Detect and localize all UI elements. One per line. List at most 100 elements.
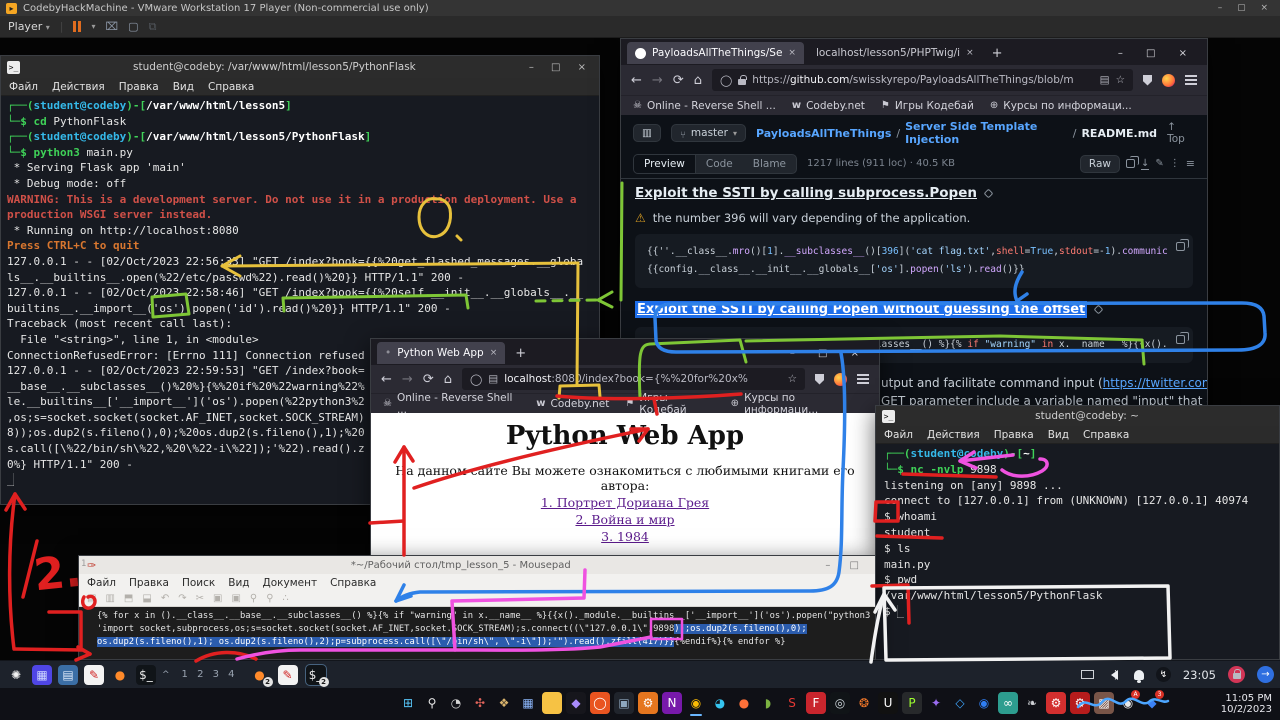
terminal-titlebar[interactable]: >_ student@codeby: /var/www/html/lesson5… [1, 56, 599, 78]
outline-icon[interactable]: ≡ [1186, 157, 1195, 170]
ubuntu-app[interactable]: ◯ [590, 692, 610, 714]
menu-item[interactable]: Файл [9, 81, 38, 93]
tab-payloadsallthethings[interactable]: PayloadsAllTheThings/Se× [627, 42, 804, 64]
fullscreen-icon[interactable]: ▢ [128, 20, 138, 33]
gear-red-app-2[interactable]: ⚙ [1070, 692, 1090, 714]
breadcrumb-repo[interactable]: PayloadsAllTheThings [756, 127, 891, 140]
site-info-icon[interactable]: ◯ [720, 74, 732, 87]
chrome-profile[interactable]: ◉A [1118, 692, 1138, 714]
home-icon[interactable]: ⌂ [694, 73, 702, 88]
vmware-window-controls[interactable]: – ▢ × [1218, 3, 1274, 13]
terminal-output[interactable]: ┌──(student@codeby)-[~]└─$ nc -nvlp 9898… [876, 444, 1279, 659]
gear-red-app-1[interactable]: ⚙ [1046, 692, 1066, 714]
task-terminal[interactable]: $_2 [306, 665, 326, 685]
lens-app[interactable]: ◎ [830, 692, 850, 714]
menu-icon[interactable] [1185, 79, 1197, 81]
copy-icon[interactable] [1126, 159, 1135, 168]
notifications-bell-icon[interactable] [1134, 670, 1144, 680]
menu-item[interactable]: Вид [173, 81, 194, 93]
logout-button[interactable]: → [1257, 666, 1274, 683]
chrome-browser[interactable]: ◉ [686, 692, 706, 714]
toolbar-icon[interactable]: ↷ [178, 593, 186, 604]
code-block-subprocess[interactable]: {{''.__class__.mro()[1].__subclasses__()… [635, 234, 1193, 288]
book-link-2[interactable]: 2. Война и мир [371, 512, 879, 527]
window-controls[interactable]: – □ [825, 560, 867, 571]
menu-item[interactable]: Файл [87, 577, 116, 589]
tab-preview[interactable]: Preview [634, 155, 696, 173]
speedtest-app[interactable]: ◔ [446, 692, 466, 714]
shazam-app[interactable]: S [782, 692, 802, 714]
menu-item[interactable]: Справка [330, 577, 376, 589]
toolbar-icon[interactable]: ↶ [161, 593, 169, 604]
new-tab-button[interactable]: + [509, 346, 532, 361]
color-wheel-app[interactable]: ✣ [470, 692, 490, 714]
bookmark-star-icon[interactable]: ☆ [788, 373, 797, 385]
menu-item[interactable]: Правка [119, 81, 159, 93]
maps-app[interactable]: ◉ [974, 692, 994, 714]
toolbar-icon[interactable]: ⚲ [250, 593, 257, 604]
blender-app[interactable]: ❂ [854, 692, 874, 714]
task-firefox[interactable]: ●2 [250, 665, 270, 685]
tab-code[interactable]: Code [696, 155, 743, 173]
bookmark-codeby[interactable]: wCodeby.net [792, 100, 865, 112]
file-explorer[interactable] [542, 692, 562, 714]
toolbar-icon[interactable]: ⬓ [142, 593, 151, 604]
sidebar-toggle-button[interactable]: ▥ [633, 124, 661, 142]
window-controls[interactable]: – □ × [529, 62, 593, 73]
close-tab-icon[interactable]: × [788, 48, 796, 58]
bookmark-codeby[interactable]: wCodeby.net [536, 398, 609, 410]
toolbar-icon[interactable]: ▣ [231, 593, 240, 604]
codeby-menu-button[interactable]: ✺ [6, 665, 26, 685]
vm-box-app[interactable]: ▣ [614, 692, 634, 714]
pycharm-app[interactable]: P [902, 692, 922, 714]
obsidian-app[interactable]: ◆ [566, 692, 586, 714]
url-bar[interactable]: ◯ https://github.com/swisskyrepo/Payload… [712, 69, 1133, 91]
volume-icon[interactable] [1106, 670, 1118, 680]
ctrl-alt-del-icon[interactable]: ⌧ [105, 20, 118, 33]
copy-icon[interactable] [1176, 242, 1185, 251]
bookmark-games[interactable]: ⚑Игры Кодебай [881, 100, 974, 112]
book-link-1[interactable]: 1. Портрет Дориана Грея [371, 495, 879, 510]
breadcrumb-folder[interactable]: Server Side Template Injection [905, 120, 1068, 146]
firefox-account-icon[interactable] [1162, 74, 1175, 87]
window-controls[interactable]: – □ × [790, 348, 873, 359]
bookmark-reverse-shell[interactable]: ☠Online - Reverse Shell ... [633, 100, 776, 112]
menu-item[interactable]: Вид [228, 577, 249, 589]
kebab-menu-icon[interactable]: ⋮ [1170, 158, 1180, 169]
book-link-3[interactable]: 3. 1984 [371, 529, 879, 544]
menu-item[interactable]: Поиск [182, 577, 215, 589]
close-tab-icon[interactable]: × [490, 348, 498, 358]
section-heading-subprocess[interactable]: Exploit the SSTI by calling subprocess.P… [635, 185, 1193, 201]
file-manager-launcher[interactable]: ▤ [58, 665, 78, 685]
unreal-app[interactable]: U [878, 692, 898, 714]
vmware-titlebar[interactable]: ▸ CodebyHackMachine - VMware Workstation… [0, 0, 1280, 16]
download-icon[interactable]: ↓ [1141, 158, 1149, 170]
game-app[interactable]: ❖ [494, 692, 514, 714]
close-tab-icon[interactable]: × [966, 48, 974, 58]
bookmark-courses[interactable]: ⊕Курсы по информаци... [731, 392, 867, 416]
firefox-launcher[interactable]: ● [110, 665, 130, 685]
bookmark-courses[interactable]: ⊕Курсы по информаци... [990, 100, 1132, 112]
reload-icon[interactable]: ⟳ [423, 372, 434, 387]
home-icon[interactable]: ⌂ [444, 372, 452, 387]
window-list-icon[interactable] [1081, 670, 1094, 679]
power-manager-icon[interactable]: ↯ [1156, 667, 1171, 682]
mousepad-launcher[interactable]: ✎ [84, 665, 104, 685]
toolbar-icon[interactable]: ▥ [105, 593, 114, 604]
lock-screen-button[interactable] [1228, 666, 1245, 683]
tab-localhost-phptwig[interactable]: localhost/lesson5/PHPTwig/i× [808, 42, 982, 64]
bookmark-star-icon[interactable]: ☆ [1116, 74, 1125, 86]
adobe-app[interactable]: F [806, 692, 826, 714]
suspend-button[interactable] [73, 21, 81, 32]
menu-item[interactable]: Файл [884, 429, 913, 441]
chevron-up-icon[interactable]: ^ [162, 670, 170, 680]
site-info-icon[interactable]: ◯ [470, 373, 482, 386]
menu-icon[interactable] [857, 378, 869, 380]
firefox-browser[interactable]: ● [734, 692, 754, 714]
terminal-launcher[interactable]: $_ [136, 665, 156, 685]
back-icon[interactable]: ← [631, 73, 642, 88]
start-button[interactable]: ⊞ [398, 692, 418, 714]
tab-blame[interactable]: Blame [743, 155, 796, 173]
menu-item[interactable]: Справка [208, 81, 254, 93]
branch-select[interactable]: ⑃master▾ [671, 124, 746, 142]
